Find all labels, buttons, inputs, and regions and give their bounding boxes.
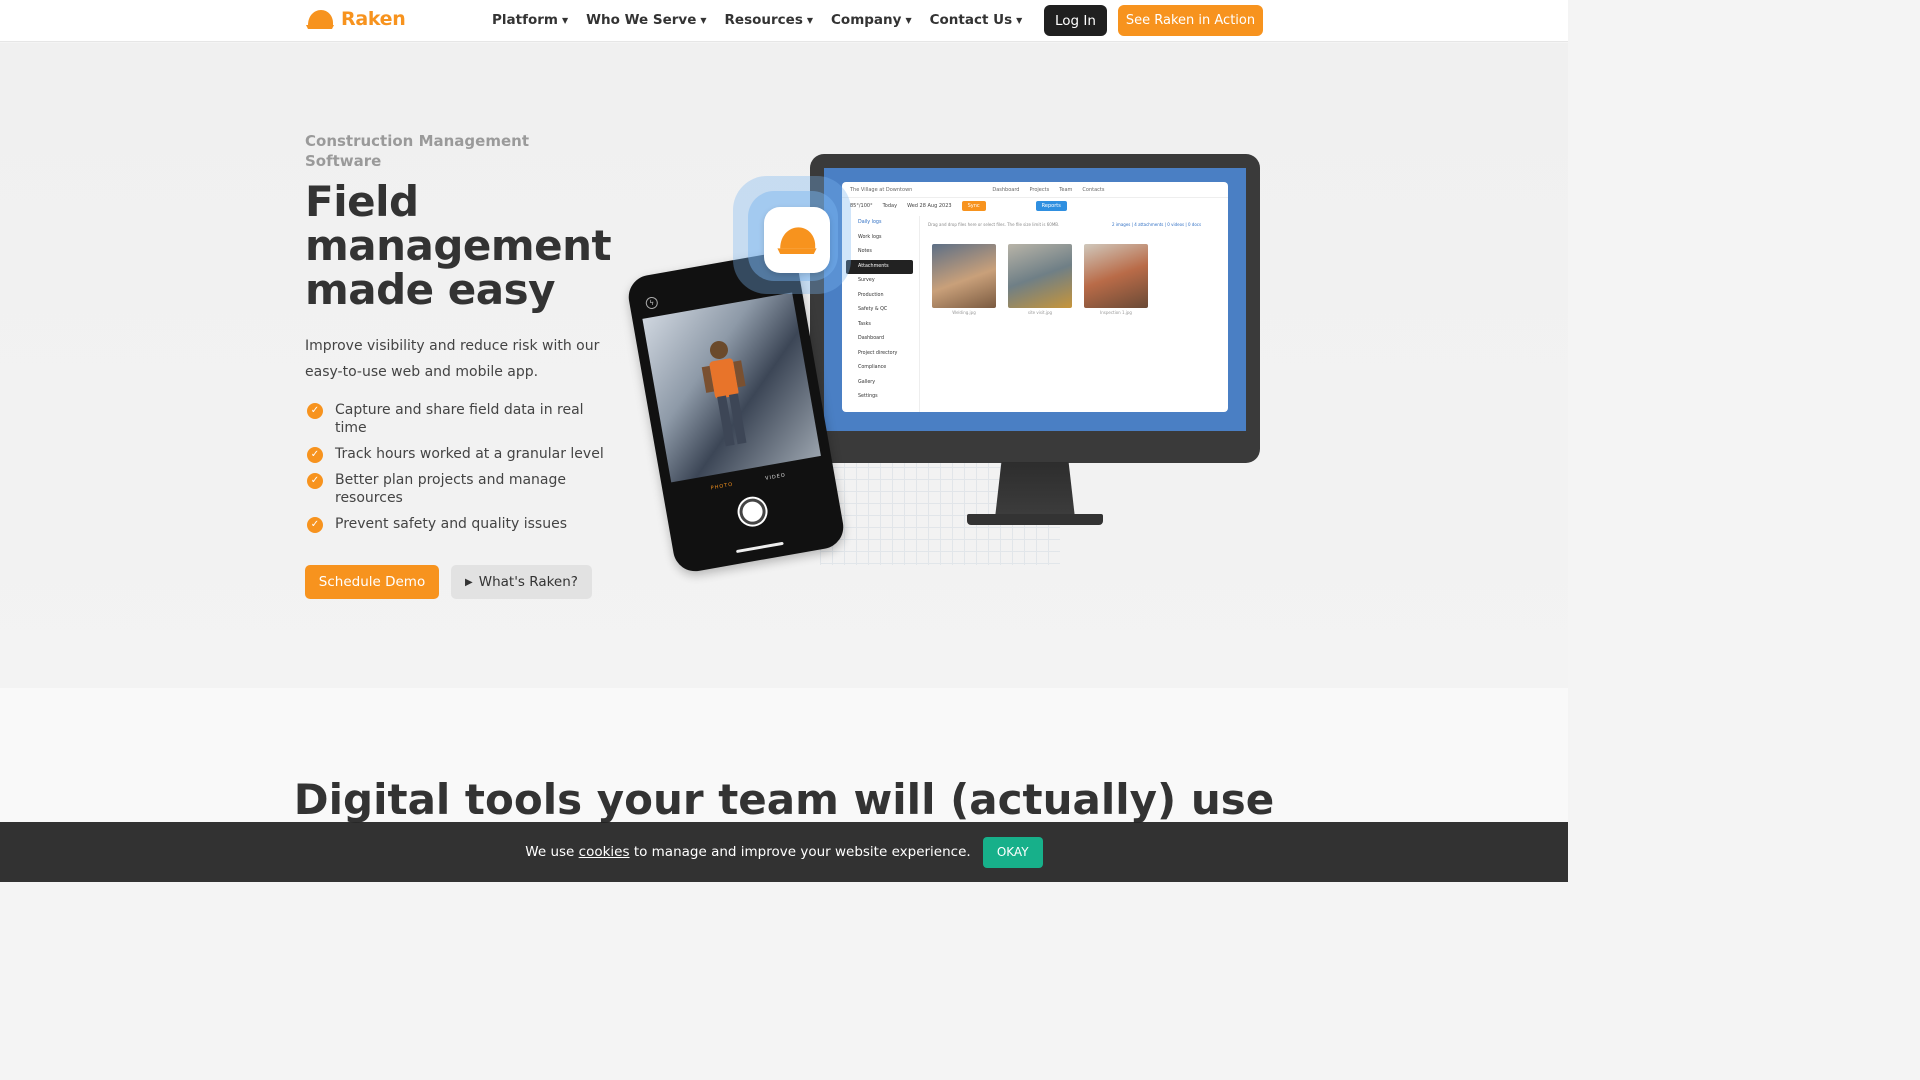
- chevron-down-icon: ▼: [1016, 15, 1023, 25]
- main-menu: Platform ▼ Who We Serve ▼ Resources ▼ Compa…: [492, 12, 1022, 28]
- cookies-link[interactable]: cookies: [579, 844, 630, 860]
- nav-label: Contact Us: [929, 12, 1013, 28]
- feature-item: ✓ Capture and share field data in real ti…: [305, 401, 615, 437]
- worker-figure: [701, 341, 747, 447]
- check-icon: ✓: [307, 447, 323, 463]
- nav-item-resources[interactable]: Resources ▼: [725, 12, 813, 28]
- home-indicator: [735, 541, 784, 554]
- camera-mode-photo: PHOTO: [710, 481, 734, 492]
- app-side-item: Production: [858, 292, 884, 298]
- section-title: Digital tools your team will (actually) …: [293, 775, 1275, 824]
- app-photo-caption: Welding.jpg: [952, 310, 976, 315]
- flash-icon: ϟ: [644, 296, 659, 310]
- hard-hat-icon: [306, 10, 334, 29]
- app-side-item: Tasks: [858, 321, 871, 327]
- feature-list: ✓ Capture and share field data in real ti…: [305, 401, 615, 541]
- app-today: Today: [882, 203, 898, 209]
- app-photo-thumbnail: [932, 244, 996, 308]
- app-photo-caption: site visit.jpg: [1027, 310, 1053, 315]
- whats-raken-label: What's Raken?: [478, 574, 578, 590]
- app-nav-team: Team: [1059, 186, 1073, 193]
- hero-headline: Field management made easy: [305, 177, 612, 314]
- cookie-message: We use cookies to manage and improve you…: [525, 844, 970, 860]
- nav-item-who-we-serve[interactable]: Who We Serve ▼: [586, 12, 706, 28]
- app-weather: 85°/100°: [850, 203, 873, 209]
- app-photo-thumbnail: [1084, 244, 1148, 308]
- feature-text: Prevent safety and quality issues: [335, 516, 567, 532]
- app-nav-contacts: Contacts: [1082, 186, 1105, 193]
- feature-item: ✓ Track hours worked at a granular level: [305, 445, 615, 463]
- app-toolbar: 85°/100° Today Wed 28 Aug 2023 Sync Repo…: [842, 198, 1228, 214]
- nav-item-company[interactable]: Company ▼: [831, 12, 912, 28]
- top-navigation: Raken Platform ▼ Who We Serve ▼ Resources ▼…: [0, 0, 1568, 42]
- app-sync-button: Sync: [961, 201, 986, 211]
- app-side-item: Attachments: [846, 259, 913, 274]
- nav-label: Platform: [492, 12, 558, 28]
- brand-logo[interactable]: Raken: [305, 8, 406, 30]
- monitor-screen: The Village at Downtown Dashboard Projec…: [824, 168, 1246, 431]
- app-photo-thumbnail: [1008, 244, 1072, 308]
- app-sidebar: Daily logs Work logs Notes Attachments S…: [842, 216, 920, 412]
- app-side-item: Compliance: [858, 365, 887, 370]
- hard-hat-icon: [777, 227, 817, 254]
- app-header: The Village at Downtown Dashboard Projec…: [842, 182, 1228, 198]
- cookie-text-after: to manage and improve your website exper…: [633, 844, 971, 860]
- shutter-button: [737, 496, 768, 527]
- schedule-demo-button[interactable]: Schedule Demo: [305, 565, 439, 599]
- check-icon: ✓: [307, 473, 323, 489]
- app-date: Wed 28 Aug 2023: [907, 203, 952, 209]
- chevron-down-icon: ▼: [905, 15, 912, 25]
- monitor-stand-neck: [995, 462, 1075, 518]
- check-icon: ✓: [307, 403, 323, 419]
- app-nav-dashboard: Dashboard: [992, 186, 1020, 193]
- cookie-okay-button[interactable]: OKAY: [982, 836, 1043, 868]
- login-button[interactable]: Log In: [1044, 5, 1107, 36]
- hero-eyebrow: Construction Management Software: [305, 132, 529, 170]
- chevron-down-icon: ▼: [700, 15, 707, 25]
- feature-item: ✓ Better plan projects and manage resourc…: [305, 471, 615, 507]
- cookie-banner: We use cookies to manage and improve you…: [0, 822, 1568, 882]
- nav-label: Who We Serve: [586, 12, 697, 28]
- nav-item-contact-us[interactable]: Contact Us ▼: [930, 12, 1023, 28]
- raken-app-icon: [764, 207, 830, 273]
- app-side-item: Notes: [858, 249, 872, 254]
- cookie-text-before: We use: [525, 844, 575, 860]
- app-side-item: Safety & QC: [858, 307, 888, 312]
- app-dropzone-text: Drag and drop files here or select files…: [928, 222, 1060, 227]
- check-icon: ✓: [307, 517, 323, 533]
- app-side-item: Dashboard: [858, 336, 885, 341]
- app-side-item: Work logs: [858, 234, 882, 240]
- app-side-item: Daily logs: [858, 220, 882, 225]
- nav-label: Company: [831, 12, 902, 28]
- app-side-item: Survey: [858, 278, 875, 283]
- feature-text: Track hours worked at a granular level: [335, 446, 604, 462]
- app-side-item: Settings: [858, 394, 878, 399]
- see-raken-in-action-button[interactable]: See Raken in Action: [1118, 5, 1263, 36]
- hero-subtext: Improve visibility and reduce risk with …: [305, 338, 600, 380]
- feature-text: Capture and share field data in real tim…: [335, 402, 584, 436]
- web-app-screenshot: The Village at Downtown Dashboard Projec…: [842, 182, 1228, 412]
- feature-item: ✓ Prevent safety and quality issues: [305, 515, 615, 533]
- app-side-item: Gallery: [858, 379, 876, 385]
- monitor-stand-base: [967, 514, 1103, 525]
- desktop-monitor-mockup: The Village at Downtown Dashboard Projec…: [810, 154, 1260, 463]
- nav-label: Resources: [724, 12, 803, 28]
- chevron-down-icon: ▼: [561, 15, 569, 25]
- nav-item-platform[interactable]: Platform ▼: [492, 12, 568, 28]
- brand-name: Raken: [341, 8, 406, 30]
- whats-raken-button[interactable]: ▶ What's Raken?: [451, 565, 592, 599]
- chevron-down-icon: ▼: [806, 15, 814, 25]
- camera-viewfinder: [642, 292, 821, 483]
- app-counts: 2 images | 4 attachments | 0 videos | 0 …: [1112, 222, 1202, 227]
- feature-text: Better plan projects and manage resource…: [335, 472, 566, 506]
- app-project-name: The Village at Downtown: [850, 186, 913, 193]
- app-side-item: Project directory: [858, 350, 898, 356]
- app-reports-button: Reports: [1035, 201, 1067, 211]
- camera-mode-video: VIDEO: [764, 472, 787, 482]
- play-icon: ▶: [465, 576, 473, 588]
- app-nav-projects: Projects: [1029, 186, 1050, 193]
- app-photo-caption: Inspection 1.jpg: [1100, 310, 1132, 315]
